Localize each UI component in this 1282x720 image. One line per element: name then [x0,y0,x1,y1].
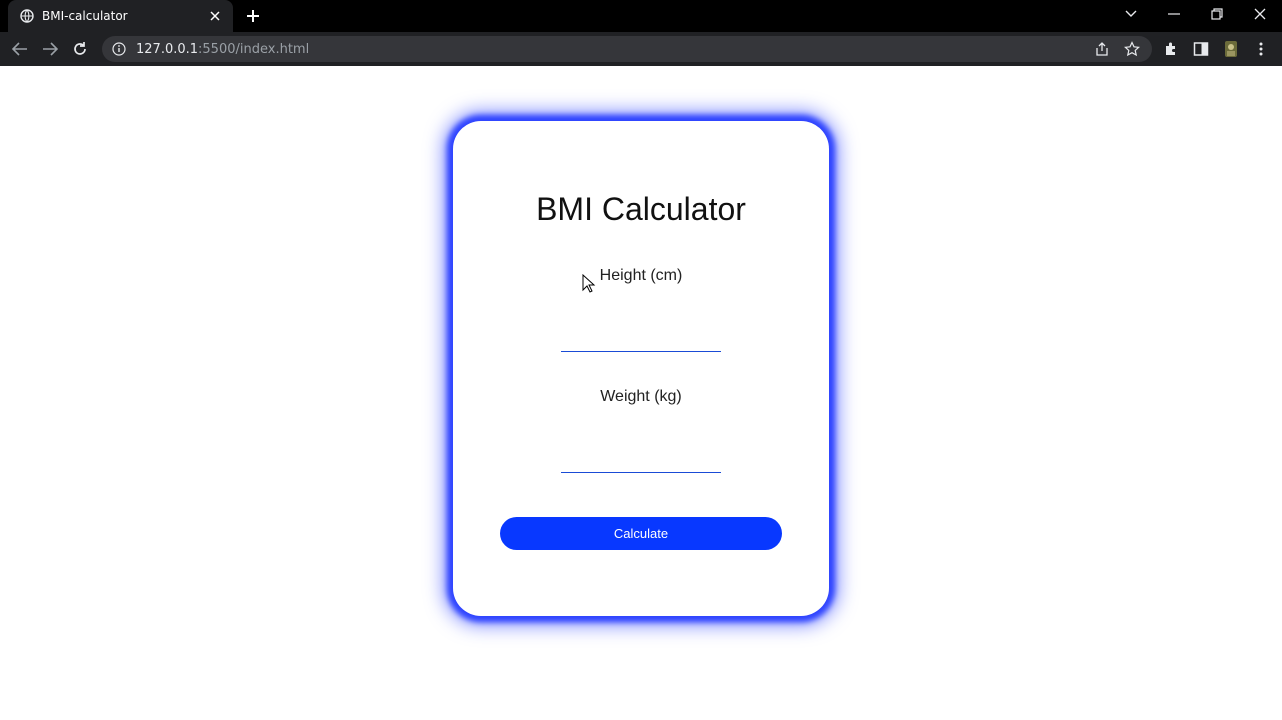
weight-input[interactable] [561,443,721,473]
bmi-card: BMI Calculator Height (cm) Weight (kg) C… [453,121,829,616]
mouse-pointer-icon [582,273,596,294]
share-icon[interactable] [1094,41,1110,57]
profile-avatar-icon[interactable] [1222,40,1240,58]
tab-bmi-calculator[interactable]: BMI-calculator [8,0,233,32]
tab-search-chevron-icon[interactable] [1119,4,1143,24]
url-path: :5500/index.html [198,41,310,57]
minimize-icon[interactable] [1162,4,1186,24]
weight-label: Weight (kg) [600,388,682,405]
height-input[interactable] [561,322,721,352]
close-tab-icon[interactable] [207,8,223,24]
more-menu-icon[interactable] [1252,40,1270,58]
page-title: BMI Calculator [536,191,746,227]
close-window-icon[interactable] [1248,4,1272,24]
new-tab-plus-icon[interactable] [244,7,262,25]
globe-icon [20,9,34,23]
extensions-puzzle-icon[interactable] [1162,40,1180,58]
tab-strip: BMI-calculator [0,0,1282,32]
tab-title: BMI-calculator [42,9,128,23]
forward-arrow-icon[interactable] [40,39,60,59]
info-icon[interactable] [112,42,126,56]
url-host: 127.0.0.1 [136,41,199,57]
address-bar[interactable]: 127.0.0.1:5500/index.html [102,36,1152,62]
height-label: Height (cm) [599,267,683,284]
browser-toolbar: 127.0.0.1:5500/index.html [0,32,1282,66]
back-arrow-icon[interactable] [10,39,30,59]
reload-icon[interactable] [70,39,90,59]
bookmark-star-icon[interactable] [1124,41,1140,57]
page-content: BMI Calculator Height (cm) Weight (kg) C… [0,66,1282,720]
side-panel-icon[interactable] [1192,40,1210,58]
calculate-button[interactable]: Calculate [500,517,782,550]
restore-icon[interactable] [1205,4,1229,24]
